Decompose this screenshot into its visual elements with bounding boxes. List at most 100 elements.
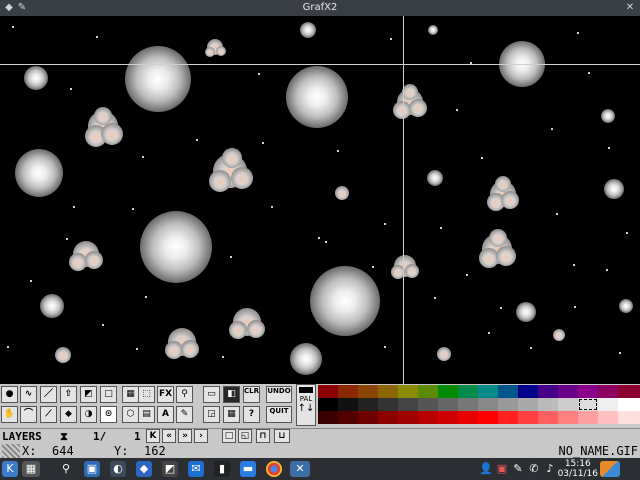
screen-settings-button[interactable]: ▭	[203, 386, 220, 403]
palette-color[interactable]	[358, 398, 378, 411]
palette-color[interactable]	[478, 411, 498, 424]
palette-color[interactable]	[518, 398, 538, 411]
file-menu-button[interactable]: ◧	[223, 386, 240, 403]
palette-color[interactable]	[578, 398, 598, 411]
palette-color[interactable]	[598, 385, 618, 398]
palette-color[interactable]	[418, 398, 438, 411]
palette-color[interactable]	[418, 411, 438, 424]
palette-scroll-icon[interactable]: ↑↓	[297, 403, 315, 414]
palette-color[interactable]	[538, 385, 558, 398]
palette-color[interactable]	[518, 411, 538, 424]
palette-button[interactable]: PAL ↑↓	[296, 384, 316, 426]
dropbox-icon[interactable]: ◆	[136, 461, 152, 477]
palette-color[interactable]	[578, 411, 598, 424]
chrome-icon[interactable]	[266, 461, 282, 477]
grid-button[interactable]: ▦	[122, 386, 139, 403]
window-titlebar[interactable]: ◆ ✎ GrafX2 ✕	[0, 0, 640, 16]
close-icon[interactable]: ✕	[624, 2, 636, 14]
search-icon[interactable]: ⚲	[58, 461, 74, 477]
rectangle-button[interactable]: □	[100, 386, 117, 403]
quit-button[interactable]: QUIT	[266, 406, 292, 423]
palette-color[interactable]	[578, 385, 598, 398]
palette-color[interactable]	[498, 411, 518, 424]
palette-color[interactable]	[478, 398, 498, 411]
fill-button[interactable]: ◆	[60, 406, 77, 423]
page-button[interactable]: ◲	[203, 406, 220, 423]
volume-icon[interactable]: ♪	[542, 461, 558, 477]
text-button[interactable]: A	[157, 406, 174, 423]
palette-color[interactable]	[618, 398, 640, 411]
palette-color[interactable]	[378, 411, 398, 424]
polygon-grab-button[interactable]: ⬡	[122, 406, 139, 423]
palette-color[interactable]	[418, 385, 438, 398]
palette-color[interactable]	[438, 411, 458, 424]
text-editor-icon[interactable]: ◩	[162, 461, 178, 477]
line-button[interactable]: ／	[40, 386, 57, 403]
curve-button[interactable]: ∿	[20, 386, 37, 403]
color-picker-button[interactable]: ✎	[176, 406, 193, 423]
show-desktop-icon[interactable]	[600, 461, 620, 477]
palette-color[interactable]	[438, 385, 458, 398]
palette-color[interactable]	[558, 398, 578, 411]
palette-color[interactable]	[598, 398, 618, 411]
network-icon[interactable]: ▣	[494, 461, 510, 477]
palette-color[interactable]	[338, 398, 358, 411]
palette-color[interactable]	[598, 411, 618, 424]
freehand-brush-button[interactable]: ●	[1, 386, 18, 403]
last-layer-button[interactable]: ›	[194, 429, 208, 443]
palette-color[interactable]	[398, 411, 418, 424]
file-manager-icon[interactable]: ▬	[240, 461, 256, 477]
palette-color[interactable]	[458, 385, 478, 398]
grafx2-task-icon[interactable]: ✕	[290, 461, 310, 477]
brush-effects-button[interactable]: ▤	[138, 406, 155, 423]
add-layer-button[interactable]: □	[222, 429, 236, 443]
settings-button[interactable]: ▦	[223, 406, 240, 423]
merge-layer-button[interactable]: ⊓	[256, 429, 270, 443]
palette-color[interactable]	[538, 398, 558, 411]
clear-button[interactable]: CLR	[243, 386, 260, 403]
pager-icon[interactable]: ▦	[22, 461, 40, 477]
palette-color[interactable]	[358, 385, 378, 398]
palette-color[interactable]	[558, 385, 578, 398]
attachment-icon[interactable]: ✎	[510, 461, 526, 477]
effects-button[interactable]: FX	[157, 386, 174, 403]
drawing-canvas[interactable]	[0, 16, 640, 384]
palette-color[interactable]	[538, 411, 558, 424]
arc-button[interactable]: ⌒	[20, 406, 37, 423]
user-icon[interactable]: 👤	[478, 461, 494, 477]
palette-color[interactable]	[318, 411, 338, 424]
notifications-icon[interactable]: ✆	[526, 461, 542, 477]
magnifier-button[interactable]: ⚲	[176, 386, 193, 403]
next-layer-button[interactable]: »	[178, 429, 192, 443]
polyline-button[interactable]: ⟋	[40, 406, 57, 423]
terminal-icon[interactable]: ▮	[214, 461, 230, 477]
hand-button[interactable]: ✋	[1, 406, 18, 423]
palette-color[interactable]	[498, 398, 518, 411]
palette-color[interactable]	[558, 411, 578, 424]
color-palette[interactable]	[318, 384, 640, 426]
palette-color[interactable]	[338, 411, 358, 424]
palette-color[interactable]	[458, 398, 478, 411]
palette-color[interactable]	[618, 385, 640, 398]
help-button[interactable]: ?	[243, 406, 260, 423]
store-icon[interactable]: ▣	[84, 461, 100, 477]
undo-button[interactable]: UNDO	[266, 386, 292, 403]
palette-color[interactable]	[338, 385, 358, 398]
palette-color[interactable]	[358, 411, 378, 424]
palette-color[interactable]	[398, 398, 418, 411]
gradient-sphere-button[interactable]: ⊙	[100, 406, 117, 423]
palette-color[interactable]	[498, 385, 518, 398]
clock[interactable]: 15:16 03/11/16	[558, 459, 598, 479]
palette-color[interactable]	[318, 398, 338, 411]
palette-color[interactable]	[398, 385, 418, 398]
steam-icon[interactable]: ◐	[110, 461, 126, 477]
brush-grab-button[interactable]: ⬚	[138, 386, 155, 403]
palette-color[interactable]	[378, 398, 398, 411]
palette-color[interactable]	[478, 385, 498, 398]
kde-launcher-icon[interactable]: K	[2, 461, 18, 477]
mail-icon[interactable]: ✉	[188, 461, 204, 477]
palette-color[interactable]	[518, 385, 538, 398]
palette-color[interactable]	[458, 411, 478, 424]
palette-color[interactable]	[438, 398, 458, 411]
filled-circle-button[interactable]: ◑	[80, 406, 97, 423]
